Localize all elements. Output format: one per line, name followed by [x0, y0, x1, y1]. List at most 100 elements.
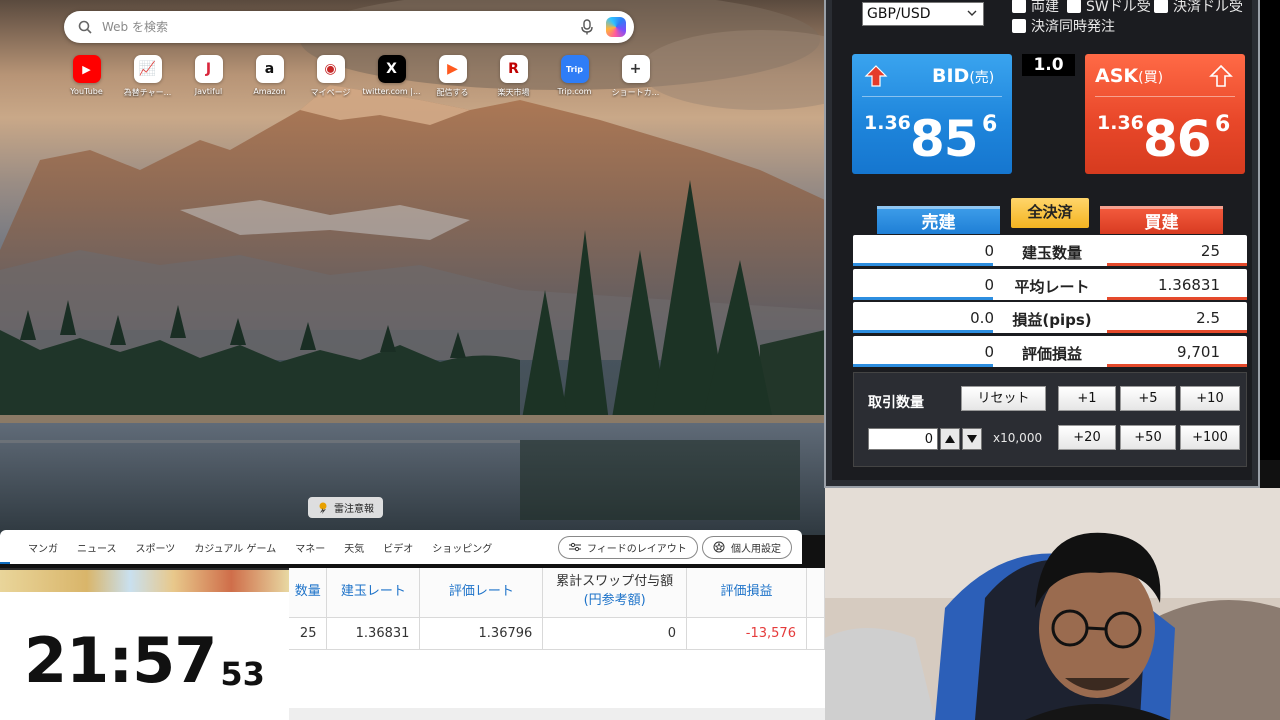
buy-open-button[interactable]: 買建 [1100, 206, 1223, 234]
col-quantity: 数量 [289, 568, 328, 618]
comic-thumbnail-strip[interactable] [0, 568, 289, 594]
stat-buy-value: 2.5 [1196, 309, 1220, 327]
option-hedge-label: 両建 [1031, 0, 1059, 15]
quicklink-javtiful[interactable]: J Javtiful [178, 55, 239, 98]
col-open-rate: 建玉レート [326, 568, 421, 618]
stat-label: 損益(pips) [1012, 311, 1092, 329]
quicklink-label: YouTube [70, 87, 103, 96]
option-sw-dollar[interactable]: SWドル受 [1067, 0, 1151, 16]
sliders-icon [569, 542, 581, 552]
web-search-input[interactable] [102, 20, 580, 34]
trade-quantity-input[interactable]: 0 [868, 428, 938, 450]
quicklink-chart[interactable]: 📈 為替チャー... [117, 55, 178, 98]
feed-tab-weather[interactable]: 天気 [344, 540, 364, 555]
quicklink-label: 為替チャー... [123, 88, 172, 97]
bid-price-button[interactable]: BID(売) 1.36 85 6 [852, 54, 1012, 174]
triangle-up-icon [945, 435, 955, 443]
feed-tab-casual-games[interactable]: カジュアル ゲーム [194, 540, 276, 555]
bid-label: BID(売) [932, 65, 995, 87]
currency-pair-select[interactable]: GBP/USD [862, 2, 984, 26]
quantity-down-button[interactable] [962, 428, 982, 450]
microphone-icon[interactable] [580, 19, 594, 35]
quicklink-label: twitter.com |... [362, 87, 421, 96]
close-all-button[interactable]: 全決済 [1011, 198, 1089, 228]
checkbox[interactable] [1154, 0, 1168, 13]
stat-row-unrealized-pl: 0 評価損益 9,701 [853, 335, 1247, 367]
feed-layout-button[interactable]: フィードのレイアウト [558, 535, 698, 559]
quicklink-trip[interactable]: Trip Trip.com [544, 55, 605, 98]
stat-label: 評価損益 [1021, 344, 1082, 363]
feed-tab-shopping[interactable]: ショッピング [432, 540, 492, 555]
quicklink-label: Amazon [253, 87, 286, 96]
cell-current-rate: 1.36796 [419, 617, 544, 650]
ask-price-button[interactable]: ASK(買) 1.36 86 6 [1085, 54, 1245, 174]
trade-quantity-box: 取引数量 リセット +1 +5 +10 0 x10,000 +20 +50 +1… [853, 372, 1247, 467]
increment-100-button[interactable]: +100 [1180, 425, 1240, 450]
option-simultaneous-order[interactable]: 決済同時発注 [1012, 16, 1115, 36]
rakuten-icon: R [499, 55, 528, 83]
feed-tab-manga[interactable]: マンガ [28, 540, 58, 555]
mypage-icon: ◉ [316, 55, 345, 83]
feed-tab-video[interactable]: ビデオ [383, 540, 413, 555]
personalize-label: 個人用設定 [731, 543, 781, 555]
ask-price-big: 86 [1143, 110, 1212, 168]
cell-swap-total: 0 [542, 617, 688, 650]
feed-navigation: マンガ ニュース スポーツ カジュアル ゲーム マネー 天気 ビデオ ショッピン… [0, 530, 802, 564]
quantity-up-button[interactable] [940, 428, 960, 450]
cell-quantity: 25 [289, 617, 328, 650]
quicklink-label: マイページ [310, 88, 351, 97]
clock-widget: 21:57 53 [0, 592, 289, 720]
quicklink-broadcast[interactable]: ▶ 配信する [422, 55, 483, 98]
col-current-rate: 評価レート [419, 568, 544, 618]
sell-open-button[interactable]: 売建 [877, 206, 1000, 234]
quantity-unit: x10,000 [993, 431, 1043, 445]
checkbox[interactable] [1012, 0, 1026, 13]
javtiful-icon: J [194, 55, 223, 83]
option-settle-dollar[interactable]: 決済ドル受 [1154, 0, 1243, 16]
increment-5-button[interactable]: +5 [1120, 386, 1176, 411]
feed-tab-active[interactable] [0, 530, 10, 564]
checkbox[interactable] [1012, 19, 1026, 33]
horizontal-scrollbar[interactable] [289, 708, 825, 720]
spread-display: 1.0 [1022, 54, 1075, 76]
quicklinks-bar: ▶ YouTube 📈 為替チャー... J Javtiful a Amazon ◉ マイページ X… [56, 55, 666, 98]
quicklink-label: 配信する [436, 88, 469, 97]
quicklink-rakuten[interactable]: R 楽天市場 [483, 55, 544, 98]
quicklink-add-shortcut[interactable]: + ショートカ... [605, 55, 666, 98]
currency-pair-value: GBP/USD [867, 6, 931, 22]
stat-row-pl-pips: 0.0 損益(pips) 2.5 [853, 302, 1247, 333]
option-hedge[interactable]: 両建 [1012, 0, 1059, 16]
table-row[interactable]: 25 1.36831 1.36796 0 -13,576 [289, 617, 826, 650]
increment-10-button[interactable]: +10 [1180, 386, 1240, 411]
quicklink-amazon[interactable]: a Amazon [239, 55, 300, 98]
feed-tab-money[interactable]: マネー [295, 540, 325, 555]
stat-label: 建玉数量 [1021, 244, 1082, 262]
option-sw-dollar-label: SWドル受 [1086, 0, 1151, 15]
feed-tab-sports[interactable]: スポーツ [136, 540, 176, 555]
checkbox[interactable] [1067, 0, 1081, 13]
x-icon: X [377, 55, 406, 83]
cell-open-rate: 1.36831 [326, 617, 421, 650]
personalize-button[interactable]: 個人用設定 [702, 535, 792, 559]
reset-button[interactable]: リセット [961, 386, 1046, 411]
quicklink-mypage[interactable]: ◉ マイページ [300, 55, 361, 98]
ask-price-prefix: 1.36 [1097, 112, 1144, 134]
add-shortcut-icon: + [621, 55, 650, 83]
stat-label: 平均レート [1014, 277, 1090, 296]
increment-50-button[interactable]: +50 [1120, 425, 1176, 450]
positions-table: 数量 建玉レート 評価レート 累計スワップ付与額 (円参考額) 評価損益 25 … [289, 568, 826, 720]
bid-price-big: 85 [910, 110, 979, 168]
quicklink-youtube[interactable]: ▶ YouTube [56, 55, 117, 98]
stat-row-average-rate: 0 平均レート 1.36831 [853, 268, 1247, 300]
web-search-bar[interactable] [64, 11, 634, 43]
col-swap-total-label: 累計スワップ付与額 [556, 574, 674, 590]
col-swap-total: 累計スワップ付与額 (円参考額) [542, 568, 688, 618]
increment-1-button[interactable]: +1 [1058, 386, 1116, 411]
increment-20-button[interactable]: +20 [1058, 425, 1116, 450]
trip-icon: Trip [560, 55, 589, 83]
quicklink-x[interactable]: Xtwitter.com |... [361, 55, 422, 98]
weather-alert-chip[interactable]: 雷注意報 [308, 497, 383, 518]
copilot-icon[interactable] [606, 17, 626, 37]
stat-buy-value: 25 [1200, 242, 1220, 260]
feed-tab-news[interactable]: ニュース [77, 540, 117, 555]
